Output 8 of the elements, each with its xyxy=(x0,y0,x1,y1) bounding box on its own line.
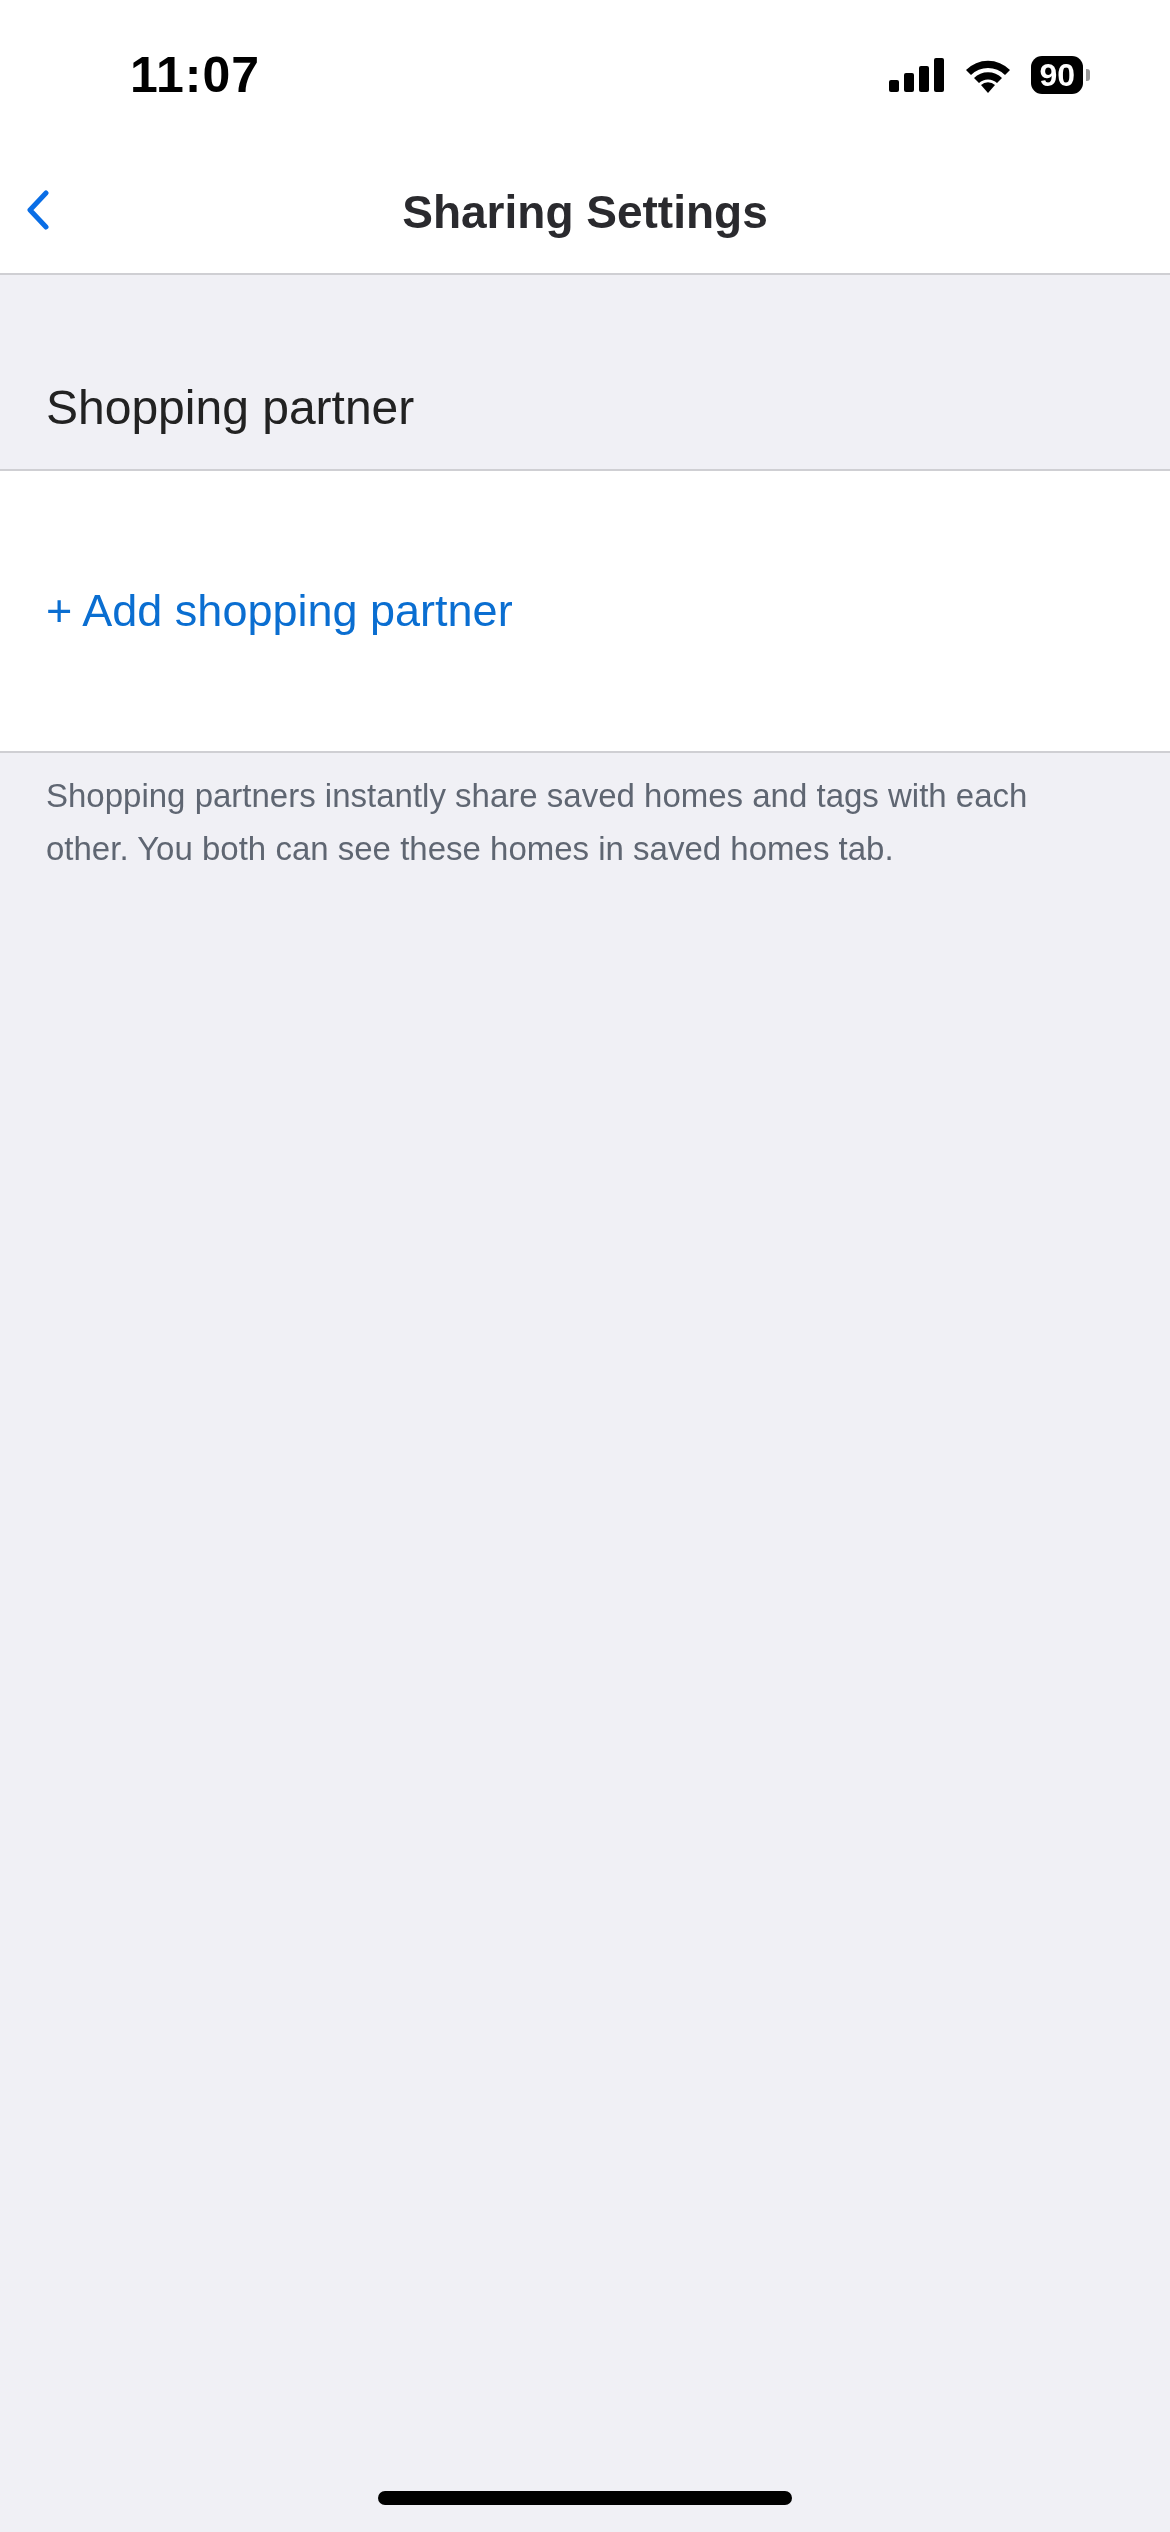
page-title: Sharing Settings xyxy=(402,184,768,239)
section-footer: Shopping partners instantly share saved homes and tags with each other. You both can see these homes in saved homes tab. xyxy=(0,753,1170,875)
add-partner-link[interactable]: + Add shopping partner xyxy=(46,585,513,637)
battery-level: 90 xyxy=(1031,56,1083,94)
signal-icon xyxy=(889,58,946,92)
status-time: 11:07 xyxy=(130,46,261,104)
back-icon[interactable] xyxy=(26,190,50,230)
section-header: Shopping partner xyxy=(46,380,415,435)
